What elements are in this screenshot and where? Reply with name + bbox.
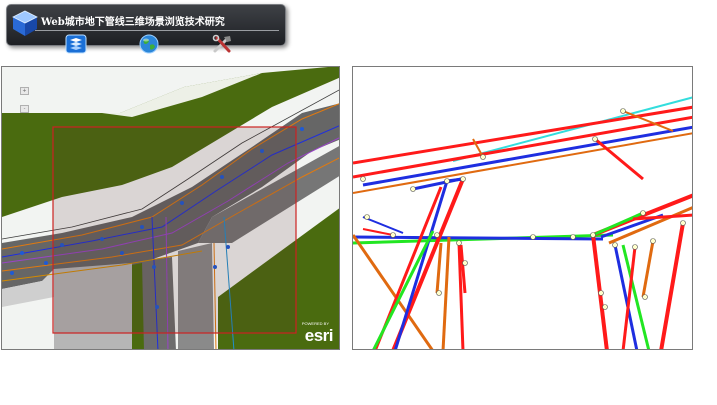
pipe-blue xyxy=(353,235,604,241)
pipeline-3d-view[interactable] xyxy=(352,66,693,350)
pipe-red xyxy=(594,137,644,181)
pipe-cyan xyxy=(452,96,692,162)
title-divider xyxy=(35,30,279,31)
pipe-red xyxy=(659,222,685,349)
layers-icon xyxy=(65,34,87,54)
map-service-button[interactable] xyxy=(64,33,88,55)
app-title: Web城市地下管线三维场景浏览技术研究 xyxy=(41,17,225,28)
globe-icon xyxy=(139,34,159,54)
pipe-green xyxy=(372,230,435,349)
zoom-in-button[interactable]: + xyxy=(20,87,29,95)
globe-view-button[interactable] xyxy=(137,33,161,55)
esri-logo: esri xyxy=(304,326,334,345)
tools-button[interactable] xyxy=(211,33,235,55)
hammer-wrench-icon xyxy=(212,34,231,53)
zoom-out-button[interactable]: - xyxy=(20,105,29,113)
pipe-orange xyxy=(441,236,451,349)
pipe-red xyxy=(353,115,692,179)
cube-logo-icon xyxy=(12,10,38,36)
pipeline-3d-canvas[interactable] xyxy=(353,67,693,350)
map-2d-canvas[interactable] xyxy=(2,67,340,350)
map-2d-view[interactable]: + - POWERED BY esri xyxy=(1,66,340,350)
view-extent-box xyxy=(52,126,297,334)
